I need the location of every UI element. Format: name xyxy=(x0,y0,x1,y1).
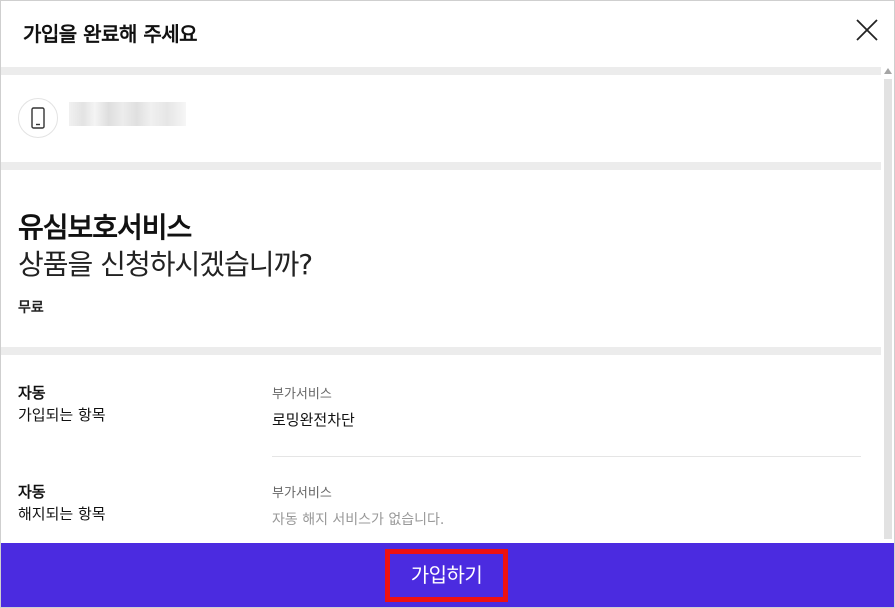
auto-cancel-value: 자동 해지 서비스가 없습니다. xyxy=(272,512,445,528)
auto-cancel-label-line2: 해지되는 항목 xyxy=(18,505,106,523)
service-question: 상품을 신청하시겠습니까? xyxy=(18,248,313,281)
scrollbar[interactable] xyxy=(882,65,894,544)
close-button[interactable] xyxy=(854,17,880,43)
auto-join-category: 부가서비스 xyxy=(272,387,332,402)
phone-icon-badge xyxy=(18,98,58,138)
signup-complete-modal: 가입을 완료해 주세요 유심보호서비스 상품을 신청하시겠습니까? 무료 자동 … xyxy=(0,0,895,608)
auto-join-label-line1: 자동 xyxy=(18,384,46,402)
auto-cancel-category: 부가서비스 xyxy=(272,486,332,501)
smartphone-icon xyxy=(31,107,45,129)
auto-cancel-label-line1: 자동 xyxy=(18,483,46,501)
scroll-up-icon[interactable] xyxy=(884,68,892,74)
auto-join-label: 자동 가입되는 항목 xyxy=(18,382,106,426)
service-price: 무료 xyxy=(18,300,44,316)
scroll-thumb[interactable] xyxy=(884,79,892,539)
modal-title: 가입을 완료해 주세요 xyxy=(23,22,198,46)
close-icon xyxy=(856,19,878,41)
auto-cancel-label: 자동 해지되는 항목 xyxy=(18,481,106,525)
masked-phone-number xyxy=(69,102,186,126)
section-divider xyxy=(1,67,881,75)
section-divider xyxy=(1,162,881,170)
section-divider xyxy=(1,347,881,355)
auto-join-value: 로밍완전차단 xyxy=(272,411,355,429)
auto-join-label-line2: 가입되는 항목 xyxy=(18,406,106,424)
join-button[interactable]: 가입하기 xyxy=(385,549,508,602)
service-name: 유심보호서비스 xyxy=(18,211,192,244)
modal-footer: 가입하기 xyxy=(1,543,894,607)
modal-header: 가입을 완료해 주세요 xyxy=(1,1,894,65)
row-separator xyxy=(272,456,861,457)
